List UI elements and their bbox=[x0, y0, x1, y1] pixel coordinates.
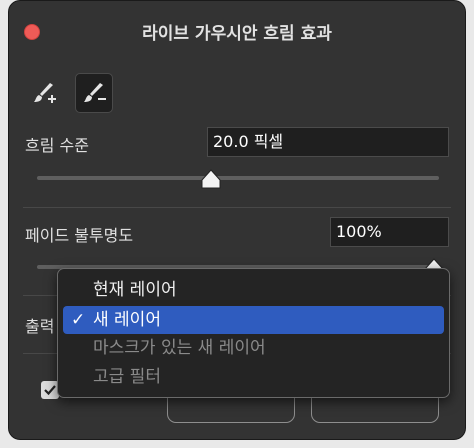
menu-item-current-layer[interactable]: 현재 레이어 bbox=[63, 276, 444, 304]
menu-item-label: 고급 필터 bbox=[93, 367, 161, 387]
title-bar: 라이브 가우시안 흐림 효과 bbox=[9, 1, 465, 59]
brush-plus-icon bbox=[34, 83, 56, 103]
checkmark-icon: ✓ bbox=[71, 310, 86, 330]
blur-level-slider[interactable] bbox=[37, 176, 439, 180]
brush-subtract-button[interactable] bbox=[75, 73, 113, 113]
section-divider bbox=[23, 207, 451, 208]
output-label: 출력 bbox=[25, 317, 55, 336]
brush-add-button[interactable] bbox=[26, 74, 62, 110]
menu-item-label: 현재 레이어 bbox=[93, 280, 177, 300]
menu-item-new-layer-with-mask: 마스크가 있는 새 레이어 bbox=[63, 334, 444, 362]
menu-item-label: 새 레이어 bbox=[93, 310, 161, 330]
brush-minus-icon bbox=[84, 83, 106, 102]
menu-item-smart-filter: 고급 필터 bbox=[63, 363, 444, 391]
dialog-title: 라이브 가우시안 흐림 효과 bbox=[142, 24, 332, 44]
fade-opacity-field[interactable]: 100% bbox=[330, 217, 449, 247]
menu-item-new-layer[interactable]: ✓ 새 레이어 bbox=[63, 306, 444, 334]
checkmark-icon bbox=[44, 385, 56, 396]
output-dropdown-menu: 현재 레이어 ✓ 새 레이어 마스크가 있는 새 레이어 고급 필터 bbox=[57, 268, 450, 398]
fade-opacity-label: 페이드 불투명도 bbox=[25, 226, 134, 245]
menu-item-label: 마스크가 있는 새 레이어 bbox=[93, 338, 266, 358]
blur-level-label: 흐림 수준 bbox=[25, 136, 89, 155]
blur-level-field[interactable]: 20.0 픽셀 bbox=[207, 127, 449, 157]
